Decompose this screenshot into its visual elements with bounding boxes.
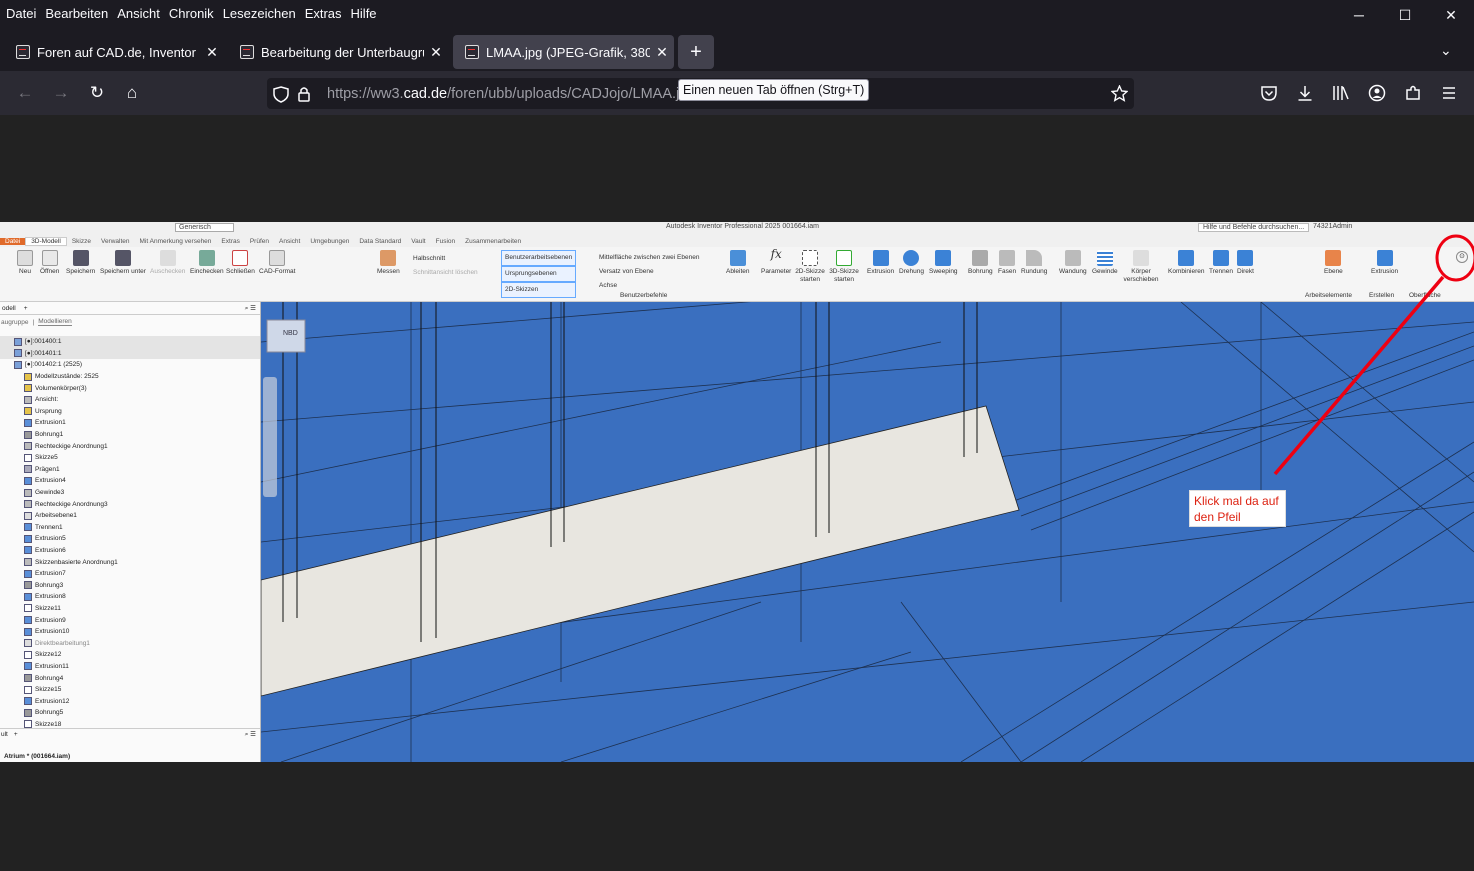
tab-title: Bearbeitung der Unterbaugrupp <box>261 44 424 60</box>
menu-extras[interactable]: Extras <box>305 6 342 21</box>
tab-lmaa[interactable]: LMAA.jpg (JPEG-Grafik, 3806 ✕ <box>453 35 674 69</box>
tab-title: LMAA.jpg (JPEG-Grafik, 3806 <box>486 44 650 60</box>
tab-close-icon[interactable]: ✕ <box>200 44 224 61</box>
downloads-icon[interactable] <box>1296 84 1314 102</box>
menu-hilfe[interactable]: Hilfe <box>351 6 377 21</box>
menu-bearbeiten[interactable]: Bearbeiten <box>45 6 108 21</box>
hamburger-menu-icon[interactable] <box>1440 84 1458 102</box>
close-window-button[interactable]: ✕ <box>1428 0 1474 30</box>
shield-icon[interactable] <box>273 84 311 104</box>
tab-close-icon[interactable]: ✕ <box>424 44 448 61</box>
extensions-icon[interactable] <box>1404 84 1422 102</box>
home-icon[interactable]: ⌂ <box>120 83 144 103</box>
reload-icon[interactable]: ↻ <box>85 83 109 103</box>
menu-lesezeichen[interactable]: Lesezeichen <box>223 6 296 21</box>
menu-bar: Datei Bearbeiten Ansicht Chronik Lesezei… <box>0 0 1474 26</box>
annotation-circle <box>1435 234 1474 282</box>
tab-close-icon[interactable]: ✕ <box>650 44 674 61</box>
list-all-tabs-icon[interactable]: ⌄ <box>1440 42 1452 59</box>
window-controls: ─ ☐ ✕ <box>1336 0 1474 30</box>
account-icon[interactable] <box>1368 84 1386 102</box>
pocket-icon[interactable] <box>1260 84 1278 102</box>
tab-bar: Foren auf CAD.de, Inventor ✕ Bearbeitung… <box>0 33 1474 71</box>
library-icon[interactable] <box>1332 84 1350 102</box>
bookmark-star-icon[interactable] <box>1111 85 1128 102</box>
tab-foren[interactable]: Foren auf CAD.de, Inventor ✕ <box>4 35 224 69</box>
maximize-button[interactable]: ☐ <box>1382 0 1428 30</box>
annotation-label: Klick mal da auf den Pfeil <box>1189 490 1286 527</box>
new-tab-tooltip: Einen neuen Tab öffnen (Strg+T) <box>678 79 870 101</box>
forward-icon[interactable]: → <box>49 83 73 103</box>
back-icon[interactable]: ← <box>13 83 37 103</box>
minimize-button[interactable]: ─ <box>1336 0 1382 30</box>
menu-chronik[interactable]: Chronik <box>169 6 214 21</box>
new-tab-button[interactable]: + <box>678 35 714 69</box>
cad-favicon-icon <box>16 45 30 59</box>
cad-favicon-icon <box>465 45 479 59</box>
menu-datei[interactable]: Datei <box>6 6 36 21</box>
menu-ansicht[interactable]: Ansicht <box>117 6 160 21</box>
cad-favicon-icon <box>240 45 254 59</box>
tab-title: Foren auf CAD.de, Inventor <box>37 44 196 60</box>
tab-bearbeitung[interactable]: Bearbeitung der Unterbaugrupp ✕ <box>228 35 448 69</box>
url-text: https://ww3.cad.de/foren/ubb/uploads/CAD… <box>327 85 696 102</box>
annotation-line <box>1273 275 1445 476</box>
